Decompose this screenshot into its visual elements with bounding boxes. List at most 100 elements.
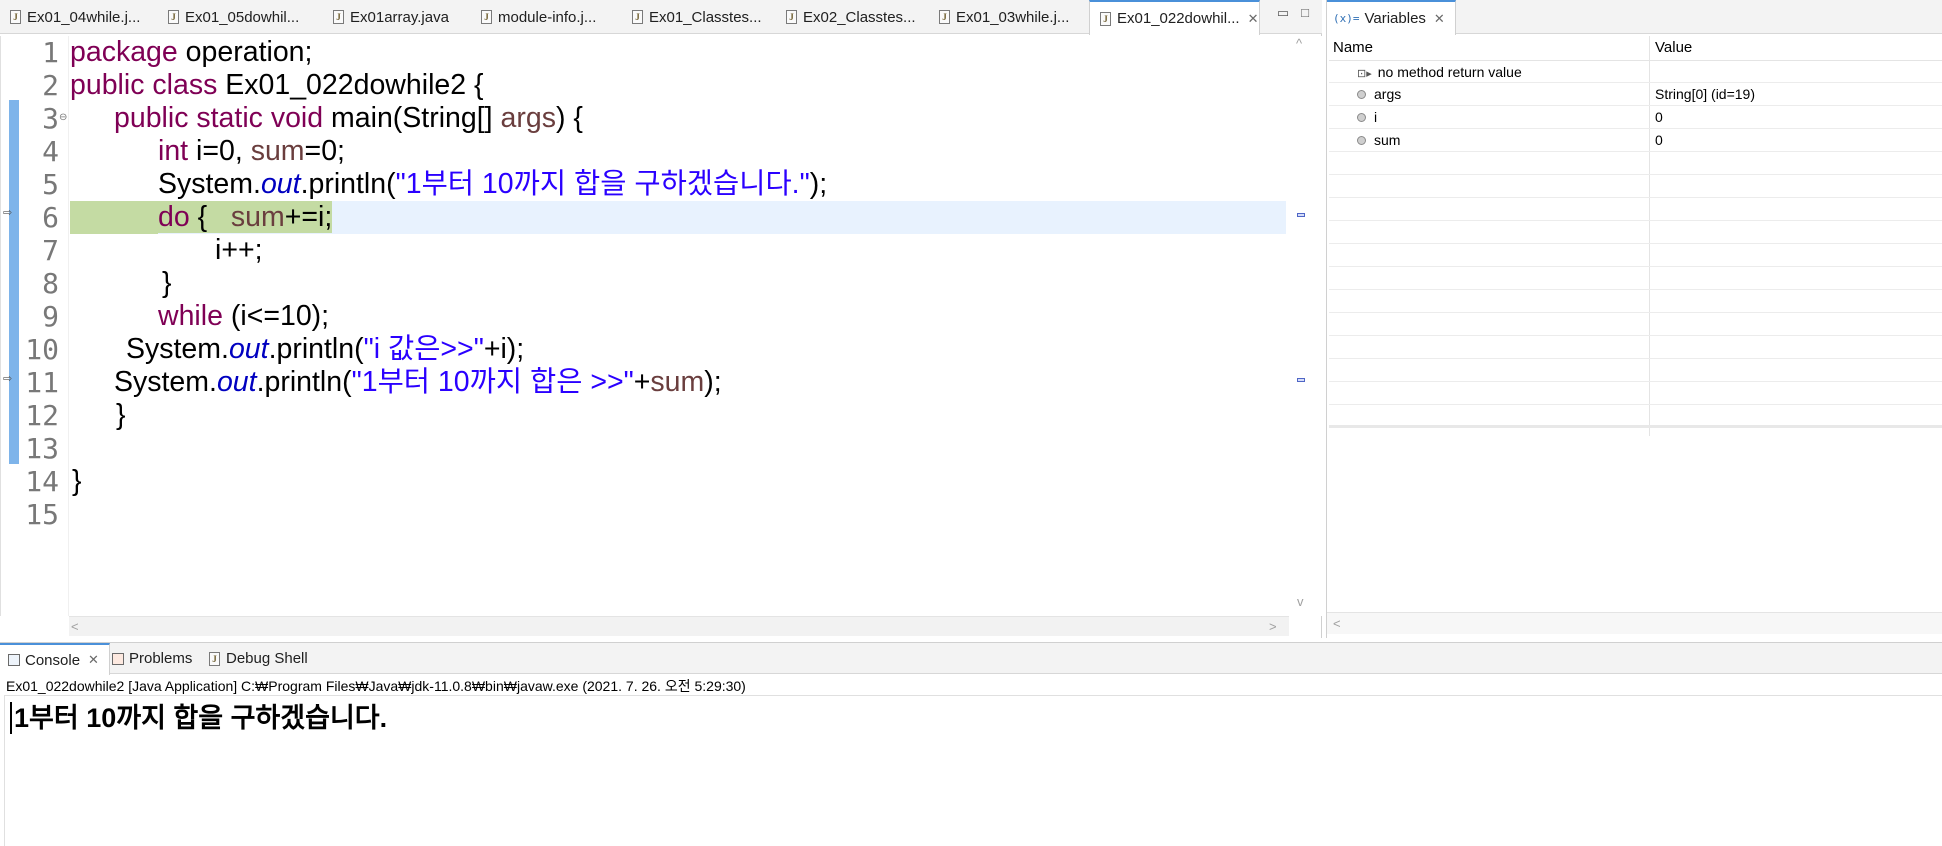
editor-tab[interactable]: J Ex01array.java [323,0,449,34]
code-text-span: i=0, [188,135,251,167]
code-line: System.out.println("i 값은>>"+i); [126,333,524,366]
code-text-span: System. [158,168,261,200]
line-number: 7 [42,234,59,267]
local-variable-icon [1357,89,1366,99]
java-file-icon: J [632,10,643,24]
string-literal: "i 값은>>" [363,333,484,365]
java-file-icon: J [939,10,950,24]
variable-row[interactable]: args String[0] (id=19) [1329,83,1942,106]
column-header-value[interactable]: Value [1651,36,1692,60]
variable: sum [230,201,285,233]
java-file-icon: J [10,10,21,24]
overview-ruler[interactable]: ^ v [1293,36,1309,616]
scroll-right-icon[interactable]: > [1269,619,1277,634]
editor-tab[interactable]: J Ex02_Classtes... [776,0,916,34]
empty-row [1329,267,1942,290]
variable: sum [250,135,305,167]
keyword: do [158,201,190,233]
occurrence-marker[interactable] [1297,213,1305,217]
code-line: } [116,399,126,431]
code-line: System.out.println("1부터 10까지 합은 >>"+sum)… [114,366,722,399]
debug-shell-icon: J [209,651,220,666]
editor-tab-label: Ex01_05dowhil... [185,8,300,26]
code-text-span: { [189,201,231,233]
variables-horizontal-scrollbar[interactable]: < [1327,612,1942,634]
variable-name-cell: i [1357,106,1377,129]
editor-tab[interactable]: J Ex01_03while.j... [929,0,1069,34]
console-view: Console ✕ Problems J Debug Shell Ex01_02… [0,642,1942,846]
editor-tab[interactable]: J Ex01_Classtes... [622,0,762,34]
tab-variables[interactable]: (x)= Variables ✕ [1327,0,1456,35]
variable-name-cell: ⊡▸ no method return value [1357,61,1522,84]
code-text-span: main(String[] [323,102,501,134]
line-number: 3 [42,102,59,135]
empty-row [1329,336,1942,359]
variable-row[interactable]: sum 0 [1329,129,1942,152]
java-file-icon: J [333,10,344,24]
tab-problems[interactable]: Problems [104,643,202,674]
occurrence-marker[interactable] [1297,378,1305,382]
editor-tab[interactable]: J Ex01_04while.j... [0,0,140,34]
empty-row [1329,405,1942,428]
code-line: while (i<=10); [158,300,329,333]
editor-horizontal-scrollbar[interactable]: < > [69,616,1289,636]
debug-pointer-icon: ⇨ [3,373,13,385]
tab-console[interactable]: Console ✕ [0,643,110,675]
keyword: public class [70,69,218,101]
empty-row [1329,175,1942,198]
variable-row[interactable]: ⊡▸ no method return value [1329,60,1942,83]
console-tab-bar: Console ✕ Problems J Debug Shell [0,643,1942,675]
editor-tab-label: Ex01_04while.j... [27,8,141,26]
code-text[interactable]: package operation; public class Ex01_022… [70,36,1286,616]
code-panel[interactable]: ⇨ ⇨ 1 2 3 ⊖ 4 5 6 7 8 9 10 11 12 13 14 1… [0,36,1322,616]
variable-name-cell: args [1357,83,1401,106]
line-number: 13 [25,432,59,465]
scroll-down-icon[interactable]: v [1297,594,1304,609]
close-icon[interactable]: ✕ [1248,11,1259,27]
tab-debug-shell[interactable]: J Debug Shell [201,643,318,674]
variables-tab-bar: (x)= Variables ✕ [1327,0,1942,35]
console-output-area[interactable]: 1부터 10까지 합을 구하겠습니다. [4,695,1942,846]
variable-name: no method return value [1377,64,1522,80]
close-icon[interactable]: ✕ [88,652,99,668]
scroll-up-icon[interactable]: ^ [1296,36,1302,51]
java-file-icon: J [481,10,492,24]
code-text-span: System. [126,333,229,365]
empty-row [1329,198,1942,221]
editor-tab[interactable]: J module-info.j... [471,0,596,34]
scroll-left-icon[interactable]: < [71,619,79,634]
close-icon[interactable]: ✕ [1434,11,1445,27]
column-header-name[interactable]: Name [1329,36,1373,60]
code-line: package operation; [70,36,312,69]
minimize-icon[interactable]: ▭ [1276,6,1290,20]
code-line: public class Ex01_022dowhile2 { [70,69,484,102]
string-literal: "1부터 10까지 합은 >>" [351,366,634,398]
line-number: 15 [25,498,59,531]
fold-icon[interactable]: ⊖ [59,112,67,123]
code-text-span: .println( [268,333,364,365]
variable-name-cell: sum [1357,129,1400,152]
empty-row [1329,244,1942,267]
static-field: out [216,366,257,398]
line-number: 8 [42,267,59,300]
line-number: 2 [42,69,59,102]
scroll-left-icon[interactable]: < [1333,616,1341,631]
debug-highlight [70,201,158,234]
keyword: public static void [114,102,324,134]
editor-tab-active[interactable]: J Ex01_022dowhil... ✕ [1089,0,1260,35]
editor-tab[interactable]: J Ex01_05dowhil... [158,0,299,34]
empty-row [1329,290,1942,313]
code-text-span: .println( [300,168,396,200]
keyword: int [158,135,189,167]
variable: sum [650,366,705,398]
line-number: 10 [25,333,59,366]
tab-console-label: Console [25,651,81,669]
tab-variables-label: Variables [1364,10,1426,27]
vertical-ruler [9,36,19,616]
code-text-span: operation; [177,36,313,68]
maximize-icon[interactable]: □ [1298,6,1312,20]
code-text-span: i; [318,201,333,233]
variable-row[interactable]: i 0 [1329,106,1942,129]
empty-row [1329,382,1942,405]
variables-icon: (x)= [1333,12,1360,25]
